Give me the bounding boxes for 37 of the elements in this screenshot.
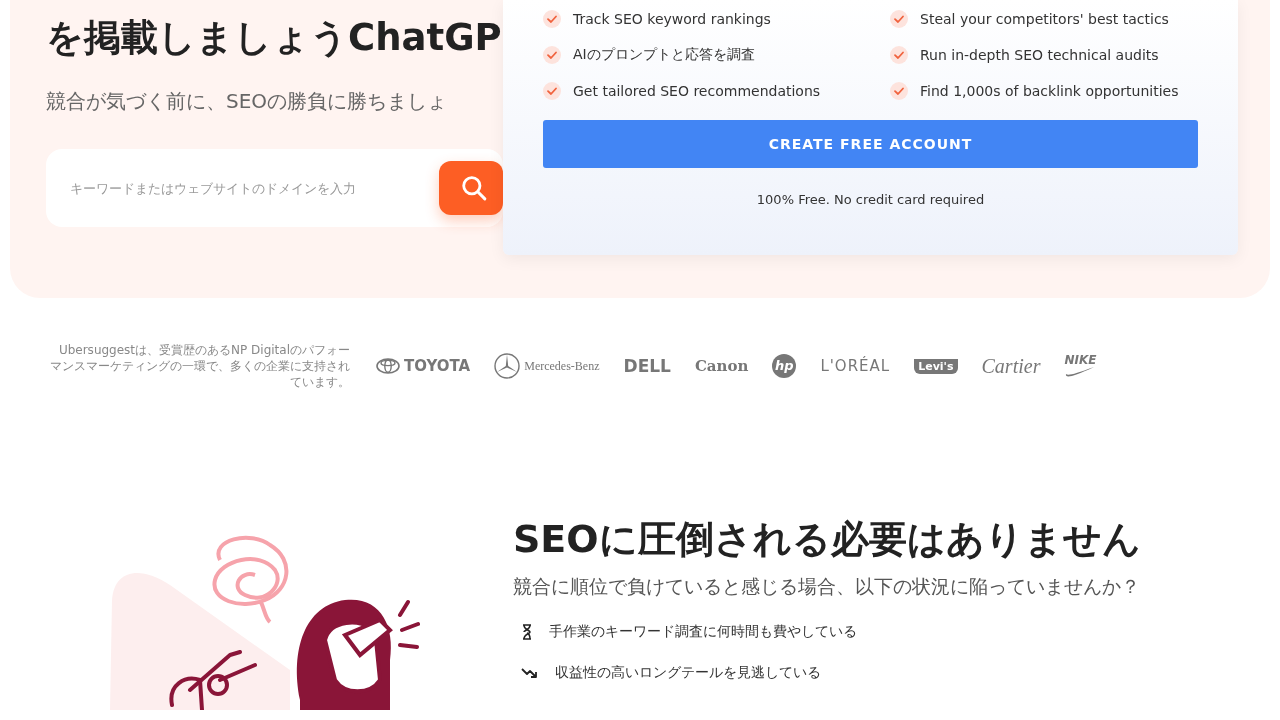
hourglass-icon: [521, 624, 533, 640]
trend-down-icon: [521, 666, 539, 680]
problem-item: 収益性の高いロングテールを見逃している: [555, 664, 821, 682]
feature-text: Find 1,000s of backlink opportunities: [920, 83, 1179, 99]
logo-text: TOYOTA: [404, 357, 471, 375]
logo-text: hp: [772, 354, 797, 378]
search-button[interactable]: [439, 161, 503, 215]
check-icon: [543, 10, 561, 28]
hero-heading: を掲載しましょうChatGP: [46, 15, 503, 61]
hero-subtitle: 競合が気づく前に、SEOの勝負に勝ちましょ: [46, 88, 449, 115]
feature-text: Run in-depth SEO technical audits: [920, 47, 1159, 63]
search-icon: [461, 175, 487, 201]
check-icon: [543, 82, 561, 100]
star-emblem-icon: [494, 353, 521, 379]
no-credit-card-note: 100% Free. No credit card required: [755, 192, 986, 207]
logo-text: NIKE: [1064, 354, 1097, 366]
feature-text: Get tailored SEO recommendations: [573, 83, 821, 99]
section-subtitle: 競合に順位で負けていると感じる場合、以下の状況に陥っていませんか？: [513, 574, 1141, 599]
logo-text: Mercedes-Benz: [524, 358, 600, 374]
feature-text: Steal your competitors' best tactics: [920, 11, 1169, 27]
logo-text: Canon: [694, 357, 749, 375]
logo-text: L'ORÉAL: [820, 357, 891, 375]
logo-text: Cartier: [981, 354, 1041, 378]
trust-text: Ubersuggestは、受賞歴のあるNP Digitalのパフォーマンスマーケティングの一環で、多くの企業に支持されています。: [50, 342, 350, 390]
check-icon: [890, 46, 908, 64]
logo-text: DELL: [623, 356, 671, 376]
problem-item: 手作業のキーワード調査に何時間も費やしている: [549, 623, 857, 641]
feature-text: Track SEO keyword rankings: [573, 11, 771, 27]
create-account-button[interactable]: CREATE FREE ACCOUNT: [543, 120, 1198, 168]
oval-emblem-icon: [376, 358, 400, 374]
feature-text: AIのプロンプトと応答を調査: [573, 46, 755, 64]
check-icon: [890, 10, 908, 28]
check-icon: [543, 46, 561, 64]
check-icon: [890, 82, 908, 100]
search-field[interactable]: キーワードまたはウェブサイトのドメインを入力: [68, 179, 422, 197]
section-heading: SEOに圧倒される必要はありません: [513, 516, 1141, 563]
logo-text: Levi's: [914, 358, 958, 374]
